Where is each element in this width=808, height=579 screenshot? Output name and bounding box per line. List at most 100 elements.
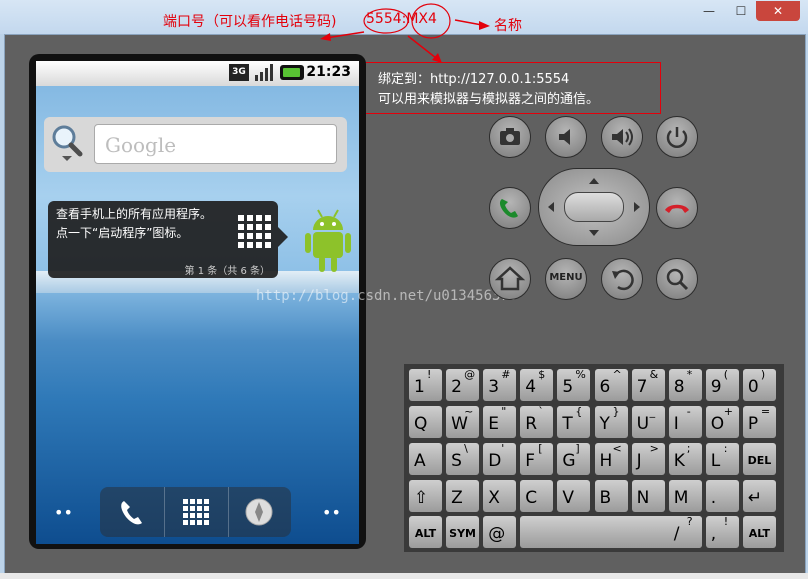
- search-hw-button[interactable]: [656, 258, 698, 300]
- key-slash[interactable]: /?: [668, 515, 702, 548]
- left-page-indicator[interactable]: ••: [54, 503, 73, 522]
- right-page-indicator[interactable]: ••: [322, 503, 341, 522]
- key-1[interactable]: 1!: [409, 368, 442, 401]
- key-label: P: [747, 414, 759, 434]
- key-t[interactable]: T{: [557, 405, 591, 438]
- shift-key[interactable]: ⇧: [409, 480, 442, 512]
- key-o[interactable]: O +: [705, 405, 739, 438]
- home-button[interactable]: [489, 258, 531, 300]
- key-6[interactable]: 6 ^: [594, 368, 628, 401]
- dock-browser-button[interactable]: [228, 487, 291, 537]
- key-n[interactable]: N: [631, 480, 665, 512]
- key-c[interactable]: C: [520, 480, 554, 512]
- key-2[interactable]: 2 @: [446, 368, 480, 401]
- key-label: 5: [562, 377, 574, 397]
- launcher-grid-icon: [183, 499, 209, 525]
- key-s[interactable]: S \: [446, 442, 480, 475]
- key-period[interactable]: .: [705, 480, 739, 512]
- status-bar[interactable]: 3G 21:23: [36, 61, 359, 86]
- key-w[interactable]: W ~: [446, 405, 480, 438]
- key-label: S: [451, 451, 462, 471]
- key-m[interactable]: M: [668, 480, 702, 512]
- dock-launcher-button[interactable]: [164, 487, 229, 537]
- key-j[interactable]: J >: [631, 442, 665, 475]
- search-input[interactable]: Google: [94, 124, 337, 164]
- call-button[interactable]: [489, 187, 531, 229]
- key-sublabel: ~: [464, 405, 474, 418]
- key-7[interactable]: 7 &: [631, 368, 665, 401]
- key-label: ⇧: [414, 488, 429, 508]
- key-r[interactable]: R `: [520, 405, 554, 438]
- key-label: G: [562, 451, 576, 471]
- home-dock: [100, 487, 291, 537]
- key-0[interactable]: 0): [742, 368, 776, 401]
- enter-key[interactable]: ↵: [742, 480, 776, 512]
- power-button[interactable]: [656, 116, 698, 158]
- home-icon: [494, 266, 526, 291]
- key-label: V: [562, 488, 575, 508]
- network-3g-icon: 3G: [229, 64, 249, 81]
- key-label: /: [673, 524, 680, 544]
- binding-address-text: 绑定到：http://127.0.0.1:5554: [378, 72, 570, 87]
- end-call-button[interactable]: [656, 187, 698, 229]
- key-x[interactable]: X: [483, 480, 517, 512]
- volume-up-button[interactable]: [601, 116, 643, 158]
- key-u[interactable]: U _: [631, 405, 665, 438]
- dpad-center-button[interactable]: [564, 192, 624, 222]
- key-l[interactable]: L:: [705, 442, 739, 475]
- key-sublabel: >: [649, 442, 659, 455]
- key-sublabel: [: [538, 442, 543, 455]
- key-sublabel: ;: [686, 442, 691, 455]
- key-comma[interactable]: ,!: [705, 515, 739, 548]
- key-8[interactable]: 8 *: [668, 368, 702, 401]
- key-p[interactable]: P =: [742, 405, 776, 438]
- key-at[interactable]: @: [483, 516, 517, 548]
- key-sublabel: %: [575, 368, 586, 381]
- key-v[interactable]: V: [557, 480, 591, 512]
- key-y[interactable]: Y}: [594, 405, 628, 438]
- key-z[interactable]: Z: [446, 480, 480, 512]
- key-label: R: [525, 414, 538, 434]
- key-sublabel: @: [464, 368, 476, 381]
- key-5[interactable]: 5%: [557, 368, 591, 401]
- alt-key-right[interactable]: ALT: [742, 516, 776, 548]
- key-sublabel: ?: [686, 515, 693, 528]
- key-h[interactable]: H <: [594, 442, 628, 475]
- key-e[interactable]: E ": [483, 405, 517, 438]
- battery-icon: [280, 65, 304, 80]
- back-button[interactable]: [601, 258, 643, 300]
- key-sublabel: (: [723, 368, 729, 381]
- key-sublabel: ": [501, 405, 507, 418]
- key-b[interactable]: B: [594, 480, 628, 512]
- alt-key-left[interactable]: ALT: [409, 516, 442, 548]
- key-label: 1: [414, 377, 425, 397]
- key-f[interactable]: F[: [520, 442, 554, 475]
- key-9[interactable]: 9(: [705, 368, 739, 401]
- key-i[interactable]: I-: [668, 405, 702, 438]
- dock-phone-button[interactable]: [100, 487, 163, 537]
- key-q[interactable]: Q: [409, 406, 442, 438]
- key-sublabel: _: [649, 405, 656, 418]
- menu-button[interactable]: MENU: [545, 258, 587, 300]
- key-3[interactable]: 3 #: [483, 368, 517, 401]
- key-sublabel: -: [686, 405, 691, 418]
- key-sublabel: !: [723, 515, 729, 528]
- key-k[interactable]: K;: [668, 442, 702, 475]
- key-label: ,: [710, 524, 717, 544]
- key-g[interactable]: G]: [557, 442, 591, 475]
- delete-key[interactable]: DEL: [742, 443, 776, 475]
- google-search-widget[interactable]: Google: [44, 117, 347, 172]
- status-clock: 21:23: [306, 64, 351, 80]
- back-arrow-icon: [612, 269, 634, 291]
- camera-icon: [500, 128, 520, 145]
- search-icon[interactable]: [50, 123, 84, 161]
- camera-button[interactable]: [489, 116, 531, 158]
- phone-icon: [121, 501, 142, 525]
- key-label: F: [525, 451, 536, 471]
- key-a[interactable]: A: [409, 443, 442, 475]
- key-d[interactable]: D ': [483, 442, 517, 475]
- dpad[interactable]: [538, 168, 650, 246]
- key-4[interactable]: 4 $: [520, 368, 554, 401]
- sym-key[interactable]: SYM: [446, 516, 480, 548]
- volume-down-button[interactable]: [545, 116, 587, 158]
